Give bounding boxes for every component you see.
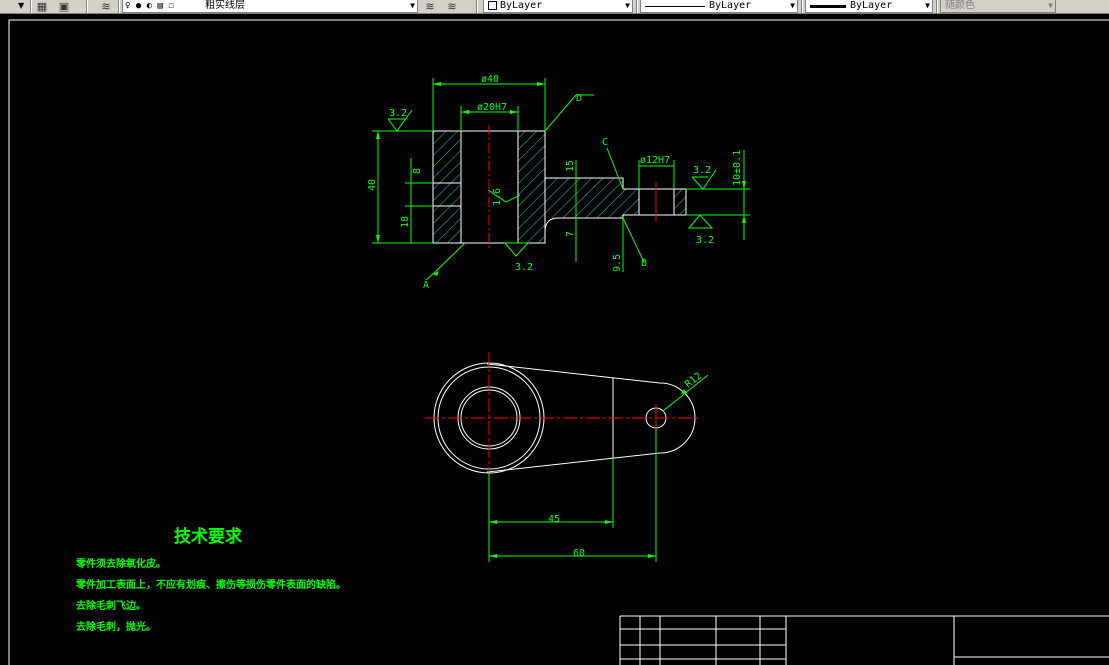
drawing-frame bbox=[8, 19, 1109, 665]
layer-combo[interactable]: ♀ ● ◐ ▤ ☐ 粗实线层 ▼ bbox=[122, 0, 418, 13]
title-block bbox=[619, 615, 1109, 665]
roughness-top-left: 3.2 bbox=[389, 108, 407, 119]
lineweight-combo[interactable]: ByLayer ▼ bbox=[805, 0, 933, 13]
chevron-down-icon: ▼ bbox=[1048, 1, 1053, 10]
plotstyle-value: 随颜色 bbox=[945, 0, 975, 11]
chevron-down-icon: ▼ bbox=[410, 1, 415, 10]
toolbar-separator bbox=[636, 0, 638, 13]
layers-manager-icon[interactable]: ≋ bbox=[98, 0, 114, 13]
layer-previous-icon[interactable]: ▣ bbox=[56, 0, 72, 13]
layer-previous-stack-icon[interactable]: ≋ bbox=[444, 0, 460, 13]
plan-view: 45 60 R12 bbox=[425, 352, 709, 562]
toolbar-separator bbox=[476, 0, 478, 13]
tech-requirement-item: 去除毛刺，抛光。 bbox=[76, 622, 156, 633]
chevron-down-icon: ▼ bbox=[790, 1, 795, 10]
toolbar-separator bbox=[86, 0, 88, 13]
color-combo[interactable]: ByLayer ▼ bbox=[483, 0, 633, 13]
roughness-arm-top: 3.2 bbox=[693, 165, 711, 176]
lineweight-preview bbox=[810, 5, 846, 8]
linetype-preview bbox=[645, 6, 705, 7]
label-C: C bbox=[602, 137, 608, 148]
label-A: A bbox=[423, 280, 429, 291]
label-B: B bbox=[641, 258, 647, 269]
dim-h9-5: 9.5 bbox=[612, 254, 623, 272]
tech-requirements-title: 技术要求 bbox=[174, 527, 242, 547]
hatch-left-wall bbox=[433, 131, 461, 243]
dim-r12: R12 bbox=[683, 371, 704, 391]
tech-requirement-item: 零件加工表面上，不应有划痕、擦伤等损伤零件表面的缺陷。 bbox=[76, 580, 346, 591]
label-D: D bbox=[576, 93, 582, 104]
toolbar-separator bbox=[801, 0, 803, 13]
properties-toolbar: ▼ ▦ ▣ ≋ ♀ ● ◐ ▤ ☐ 粗实线层 ▼ ≋ ≋ ByLayer ▼ B… bbox=[0, 0, 1109, 14]
chevron-down-icon: ▼ bbox=[625, 1, 630, 10]
toolbar-separator bbox=[30, 0, 32, 13]
hatch-arm-tip bbox=[674, 189, 686, 215]
dim-h8: 8 bbox=[412, 168, 423, 174]
linetype-combo[interactable]: ByLayer ▼ bbox=[640, 0, 798, 13]
tech-requirement-item: 去除毛刺飞边。 bbox=[76, 601, 146, 612]
section-view: ø40 ø20H7 40 8 18 1.6 15 7 9.5 ø12H7 10±… bbox=[367, 74, 750, 291]
dim-h40: 40 bbox=[367, 179, 378, 191]
dropdown-arrow-icon[interactable]: ▼ bbox=[18, 0, 28, 13]
dim-h15: 15 bbox=[565, 160, 576, 172]
roughness-arm-bottom: 3.2 bbox=[696, 235, 714, 246]
toolbar-separator bbox=[118, 0, 120, 13]
lineweight-value: ByLayer bbox=[850, 0, 893, 11]
dim-h7: 7 bbox=[565, 231, 576, 237]
dim-d45: 45 bbox=[548, 514, 560, 525]
dim-d12h7: ø12H7 bbox=[640, 155, 670, 166]
tech-requirement-item: 零件须去除氧化皮。 bbox=[76, 559, 166, 570]
dim-d20h7: ø20H7 bbox=[477, 102, 507, 113]
make-object-layer-current-icon[interactable]: ≋ bbox=[422, 0, 438, 13]
color-value: ByLayer bbox=[500, 0, 543, 11]
drawing-canvas[interactable]: ø40 ø20H7 40 8 18 1.6 15 7 9.5 ø12H7 10±… bbox=[0, 14, 1109, 665]
dim-d60: 60 bbox=[573, 548, 585, 559]
layer-name: 粗实线层 bbox=[205, 0, 245, 11]
layer-state-icons: ♀ ● ◐ ▤ ☐ bbox=[125, 1, 174, 11]
dim-d40: ø40 bbox=[481, 74, 499, 85]
plotstyle-combo[interactable]: 随颜色 ▼ bbox=[940, 0, 1056, 13]
linetype-value: ByLayer bbox=[709, 0, 752, 11]
hatch-arm-end bbox=[623, 189, 639, 215]
toolbar-separator bbox=[936, 0, 938, 13]
match-properties-icon[interactable]: ▦ bbox=[34, 0, 50, 13]
dim-roughness-inner: 1.6 bbox=[492, 188, 503, 206]
dim-h18: 18 bbox=[400, 216, 411, 228]
chevron-down-icon: ▼ bbox=[925, 1, 930, 10]
color-swatch bbox=[488, 0, 497, 10]
roughness-bottom: 3.2 bbox=[515, 262, 533, 273]
cad-drawing: ø40 ø20H7 40 8 18 1.6 15 7 9.5 ø12H7 10±… bbox=[8, 19, 1109, 665]
dim-h10: 10±0.1 bbox=[732, 150, 743, 186]
